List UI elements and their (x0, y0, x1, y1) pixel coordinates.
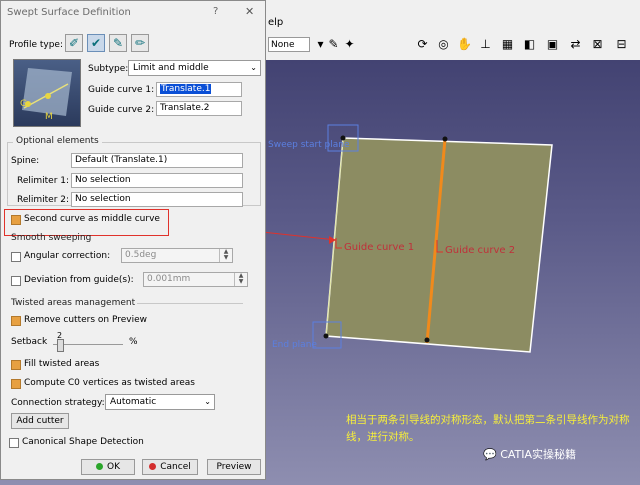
connection-strategy-value: Automatic (110, 397, 157, 407)
preview-button[interactable]: Preview (207, 459, 261, 475)
fill-twisted-checkbox[interactable] (11, 360, 21, 370)
deviation-field[interactable]: 0.001mm ▲ ▼ (143, 272, 248, 287)
conic-profile-icon[interactable]: ✏ (131, 34, 149, 52)
brush-icon[interactable]: ✎ (326, 37, 341, 52)
twisted-areas-label: Twisted areas management (11, 298, 136, 308)
ok-label: OK (107, 462, 120, 472)
paint-icon[interactable]: ✦ (342, 37, 357, 52)
grid-icon[interactable]: ▦ (500, 37, 515, 52)
compute-c0-label: Compute C0 vertices as twisted areas (24, 378, 195, 388)
angular-correction-checkbox[interactable] (11, 252, 21, 262)
deviation-value: 0.001mm (147, 274, 191, 284)
menu-help[interactable]: elp (268, 17, 283, 28)
end-plane-label: End plane (272, 340, 317, 350)
angular-correction-value: 0.5deg (125, 250, 157, 260)
guide-curve-1-label: Guide curve 1 (344, 242, 415, 253)
ok-icon (96, 463, 103, 470)
setback-unit: % (129, 337, 138, 347)
guide-curve-1-value: Translate.1 (160, 84, 212, 94)
relimiter-2-label: Relimiter 2: (17, 195, 70, 205)
vertex-point (323, 333, 329, 339)
spine-label: Spine: (11, 156, 40, 166)
box-icon[interactable]: ▣ (545, 37, 560, 52)
ok-button[interactable]: OK (81, 459, 135, 475)
cancel-label: Cancel (160, 462, 191, 472)
canonical-shape-checkbox[interactable] (9, 438, 19, 448)
close-icon[interactable]: ✕ (245, 5, 254, 18)
separator (137, 303, 243, 304)
cancel-icon (149, 463, 157, 470)
style-combo[interactable]: None (268, 37, 310, 52)
remove-cutters-checkbox[interactable] (11, 316, 21, 326)
subtype-select[interactable]: Limit and middle ⌄ (128, 60, 261, 76)
angular-correction-label: Angular correction: (24, 251, 111, 261)
spin-icon[interactable]: ◎ (436, 37, 451, 52)
deviation-checkbox[interactable] (11, 276, 21, 286)
sweep-start-plane-label: Sweep start plane (268, 140, 350, 150)
swept-surface-dialog: Swept Surface Definition ? ✕ Profile typ… (0, 0, 266, 480)
axis-icon[interactable]: ⊥ (478, 37, 493, 52)
line-profile-icon[interactable]: ✔ (87, 34, 105, 52)
guide-curve-2-field[interactable]: Translate.2 (156, 101, 242, 116)
add-cutter-button[interactable]: Add cutter (11, 413, 69, 429)
help-icon[interactable]: ? (213, 6, 218, 17)
guide-curve-2-label: Guide curve 2: (88, 105, 155, 115)
hand-icon[interactable]: ✋ (457, 37, 472, 52)
connection-strategy-label: Connection strategy: (11, 398, 105, 408)
smooth-sweeping-label: Smooth sweeping (11, 233, 92, 243)
cube-icon[interactable]: ◧ (522, 37, 537, 52)
circle-profile-icon[interactable]: ✎ (109, 34, 127, 52)
spine-field[interactable]: Default (Translate.1) (71, 153, 243, 168)
guide-curve-2-label: Guide curve 2 (445, 245, 516, 256)
optional-elements-label: Optional elements (13, 136, 102, 146)
rotate-icon[interactable]: ⟳ (415, 37, 430, 52)
setback-label: Setback (11, 337, 48, 347)
angular-correction-field[interactable]: 0.5deg ▲ ▼ (121, 248, 233, 263)
subtype-label: Subtype: (88, 64, 129, 74)
guide-curve-1-field[interactable]: Translate.1 (156, 82, 242, 97)
measure-icon[interactable]: ⊠ (590, 37, 605, 52)
fill-twisted-label: Fill twisted areas (24, 359, 100, 369)
middle-m-label: M (45, 112, 53, 122)
wechat-icon: 💬 (483, 448, 497, 461)
watermark: 💬 CATIA实操秘籍 (483, 446, 576, 462)
setback-slider-handle[interactable] (57, 339, 64, 352)
subtype-value: Limit and middle (133, 63, 209, 73)
dialog-title: Swept Surface Definition (7, 7, 131, 18)
deviation-label: Deviation from guide(s): (24, 275, 134, 285)
relimiter-2-field[interactable]: No selection (71, 192, 243, 207)
remove-cutters-label: Remove cutters on Preview (24, 315, 147, 325)
explicit-profile-icon[interactable]: ✐ (65, 34, 83, 52)
cancel-button[interactable]: Cancel (142, 459, 198, 475)
swap-icon[interactable]: ⇄ (568, 37, 583, 52)
spinner-icon[interactable]: ▲ ▼ (219, 249, 232, 262)
watermark-text: CATIA实操秘籍 (500, 448, 577, 461)
connection-strategy-select[interactable]: Automatic ⌄ (105, 394, 215, 410)
vertex-point (424, 337, 430, 343)
relimiter-1-field[interactable]: No selection (71, 173, 243, 188)
spinner-icon[interactable]: ▲ ▼ (234, 273, 247, 286)
profile-type-label: Profile type: (9, 40, 63, 50)
chevron-down-icon: ⌄ (204, 397, 211, 406)
highlight-box (4, 209, 169, 236)
vertex-point (442, 136, 448, 142)
hide-icon[interactable]: ⊟ (614, 37, 629, 52)
relimiter-1-label: Relimiter 1: (17, 176, 70, 186)
subtype-preview-image: G M (13, 59, 81, 127)
annotation-text: 相当于两条引导线的对称形态，默认把第二条引导线作为对称线，进行对称。 (346, 414, 630, 443)
chevron-down-icon: ⌄ (250, 63, 257, 72)
canonical-shape-label: Canonical Shape Detection (22, 437, 144, 447)
compute-c0-checkbox[interactable] (11, 379, 21, 389)
guide-curve-1-label: Guide curve 1: (88, 85, 155, 95)
guide-g-label: G (20, 99, 27, 109)
